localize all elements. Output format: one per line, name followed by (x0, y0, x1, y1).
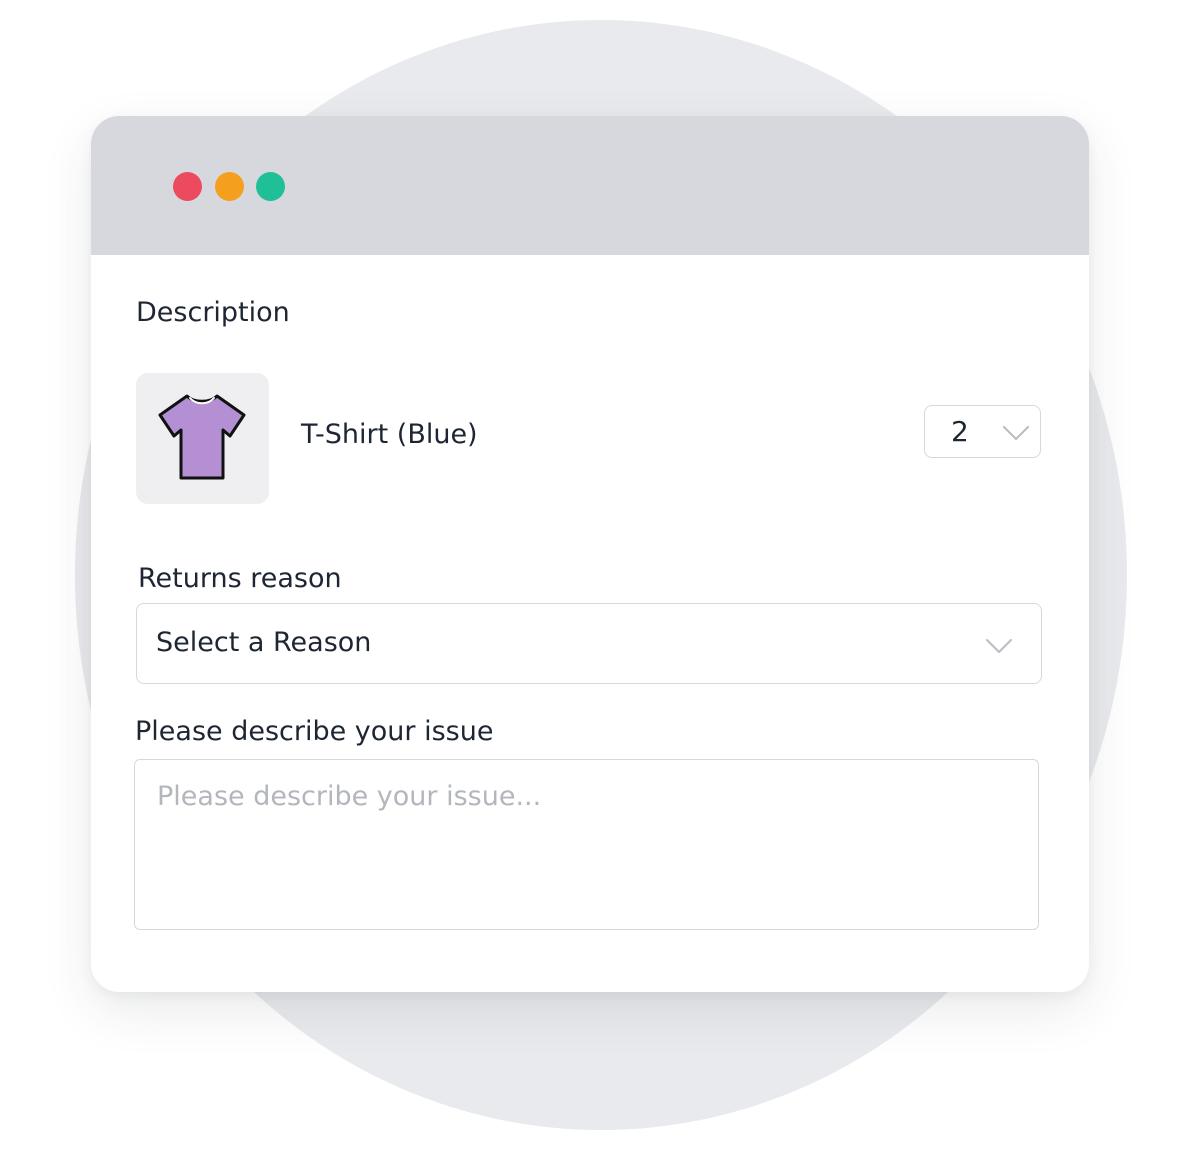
product-thumbnail (136, 373, 269, 504)
returns-reason-label: Returns reason (138, 563, 342, 594)
chevron-down-icon (1003, 426, 1029, 440)
quantity-value: 2 (951, 415, 969, 448)
returns-reason-value: Select a Reason (156, 627, 372, 658)
page: Description T-Shirt (Blue) 2 Returns rea… (0, 0, 1202, 1154)
returns-reason-select[interactable]: Select a Reason (136, 603, 1042, 684)
description-label: Description (136, 297, 290, 328)
minimize-window-button[interactable] (215, 172, 244, 201)
issue-label: Please describe your issue (135, 716, 494, 747)
t-shirt-icon (158, 394, 246, 480)
issue-textarea[interactable] (134, 759, 1039, 930)
quantity-select[interactable]: 2 (924, 405, 1041, 458)
close-window-button[interactable] (173, 172, 202, 201)
app-window: Description T-Shirt (Blue) 2 Returns rea… (91, 116, 1089, 992)
chevron-down-icon (986, 639, 1012, 653)
product-name: T-Shirt (Blue) (301, 419, 478, 450)
window-titlebar (91, 116, 1089, 255)
maximize-window-button[interactable] (256, 172, 285, 201)
